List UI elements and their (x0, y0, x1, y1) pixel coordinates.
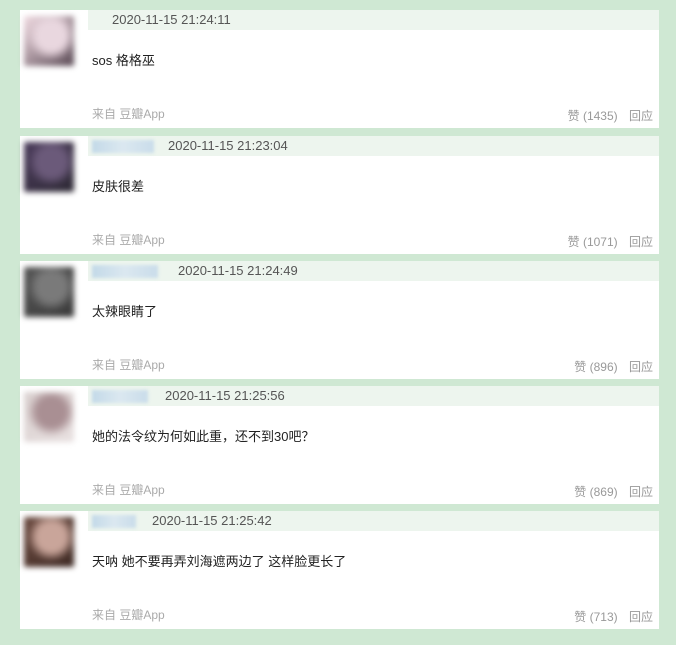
comment-actions: 赞 (869) 回应 (566, 483, 653, 500)
like-button[interactable]: 赞 (713) (574, 610, 617, 624)
comment-text: 太辣眼睛了 (92, 304, 158, 319)
comment-actions: 赞 (713) 回应 (566, 608, 653, 625)
username-blurred[interactable] (92, 515, 136, 528)
avatar[interactable] (24, 267, 74, 317)
like-button[interactable]: 赞 (1435) (568, 109, 618, 123)
comment-source: 来自 豆瓣App (92, 358, 165, 372)
comment-time: 2020-11-15 21:25:56 (165, 388, 285, 403)
comment-item: 2020-11-15 21:23:04 皮肤很差 来自 豆瓣App 赞 (107… (20, 136, 659, 254)
comment-time: 2020-11-15 21:24:11 (112, 12, 231, 27)
comment-actions: 赞 (1435) 回应 (560, 107, 653, 124)
comment-time: 2020-11-15 21:25:42 (152, 513, 272, 528)
username-blurred[interactable] (92, 390, 148, 403)
reply-button[interactable]: 回应 (629, 235, 653, 249)
like-button[interactable]: 赞 (896) (574, 360, 617, 374)
comment-item: 2020-11-15 21:25:56 她的法令纹为何如此重，还不到30吧？ 来… (20, 386, 659, 504)
like-button[interactable]: 赞 (869) (574, 485, 617, 499)
comment-time: 2020-11-15 21:24:49 (178, 263, 298, 278)
comment-source: 来自 豆瓣App (92, 608, 165, 622)
comment-source: 来自 豆瓣App (92, 483, 165, 497)
comment-header: 2020-11-15 21:24:49 (88, 261, 659, 281)
comment-item: 2020-11-15 21:25:42 天呐 她不要再弄刘海遮两边了 这样脸更长… (20, 511, 659, 629)
comment-item: 2020-11-15 21:24:11 sos 格格巫 来自 豆瓣App 赞 (… (20, 10, 659, 128)
comment-item: 2020-11-15 21:24:49 太辣眼睛了 来自 豆瓣App 赞 (89… (20, 261, 659, 379)
avatar[interactable] (24, 392, 74, 442)
comment-header: 2020-11-15 21:23:04 (88, 136, 659, 156)
comment-header: 2020-11-15 21:25:42 (88, 511, 659, 531)
reply-button[interactable]: 回应 (629, 610, 653, 624)
comment-header: 2020-11-15 21:24:11 (88, 10, 659, 30)
comment-text: sos 格格巫 (92, 53, 155, 68)
comment-actions: 赞 (1071) 回应 (560, 233, 653, 250)
comment-actions: 赞 (896) 回应 (566, 358, 653, 375)
comment-list: 2020-11-15 21:24:11 sos 格格巫 来自 豆瓣App 赞 (… (0, 0, 676, 645)
comment-source: 来自 豆瓣App (92, 107, 165, 121)
comment-header: 2020-11-15 21:25:56 (88, 386, 659, 406)
avatar[interactable] (24, 16, 74, 66)
reply-button[interactable]: 回应 (629, 360, 653, 374)
username-blurred[interactable] (92, 140, 154, 153)
comment-time: 2020-11-15 21:23:04 (168, 138, 288, 153)
comment-text: 皮肤很差 (92, 179, 145, 194)
comment-text: 她的法令纹为何如此重，还不到30吧？ (92, 429, 315, 444)
comment-source: 来自 豆瓣App (92, 233, 165, 247)
comment-text: 天呐 她不要再弄刘海遮两边了 这样脸更长了 (92, 554, 347, 569)
avatar[interactable] (24, 142, 74, 192)
like-button[interactable]: 赞 (1071) (568, 235, 618, 249)
reply-button[interactable]: 回应 (629, 485, 653, 499)
reply-button[interactable]: 回应 (629, 109, 653, 123)
username-blurred[interactable] (92, 265, 158, 278)
avatar[interactable] (24, 517, 74, 567)
